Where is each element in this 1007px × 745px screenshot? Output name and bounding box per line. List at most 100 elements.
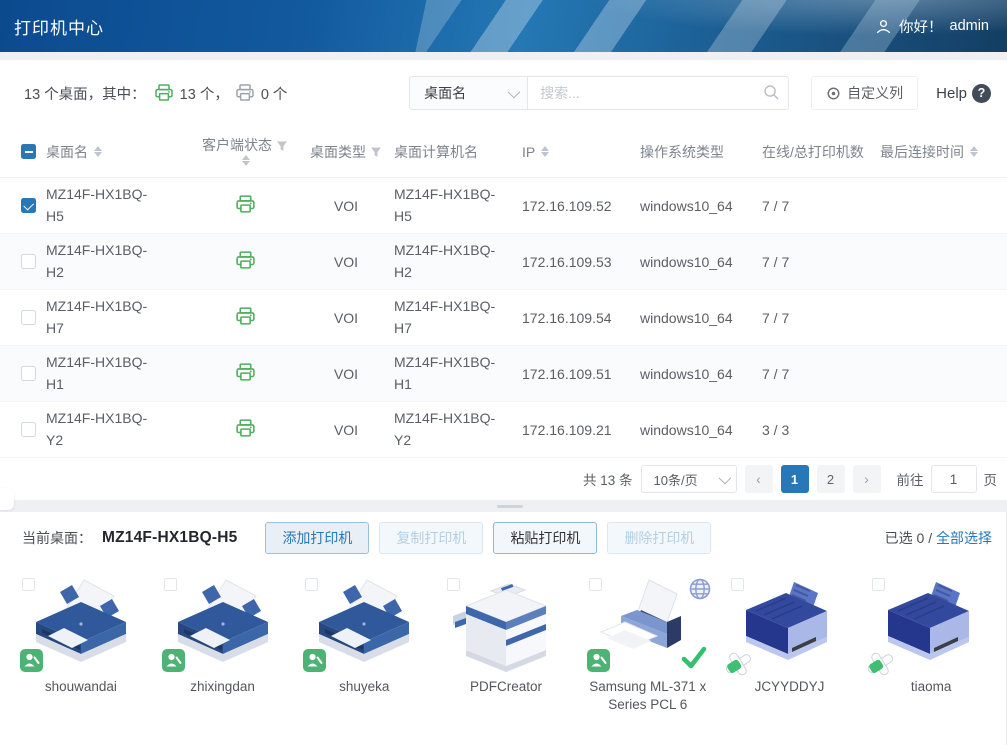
ip-address: 172.16.109.21 xyxy=(522,422,640,438)
panel-collapse-handle[interactable] xyxy=(0,488,14,510)
current-desktop-value: MZ14F-HX1BQ-H5 xyxy=(102,529,237,547)
select-all-link[interactable]: 全部选择 xyxy=(936,530,992,546)
client-online-icon xyxy=(235,362,256,383)
column-header-computer-name: 桌面计算机名 xyxy=(394,142,522,162)
client-online-icon xyxy=(235,250,256,271)
printer-label: Samsung ML-371 x Series PCL 6 xyxy=(585,678,711,713)
goto-page-input[interactable] xyxy=(931,465,977,493)
sort-icon[interactable] xyxy=(541,146,549,157)
page-button-2[interactable]: 2 xyxy=(817,465,845,493)
computer-name: MZ14F-HX1BQ-Y2 xyxy=(394,408,512,451)
prev-page-button[interactable]: ‹ xyxy=(745,465,773,493)
goto-page: 前往 页 xyxy=(897,465,998,493)
shared-user-badge-icon xyxy=(20,649,43,672)
computer-name: MZ14F-HX1BQ-H2 xyxy=(394,240,512,283)
gear-icon xyxy=(826,86,841,101)
table-body: MZ14F-HX1BQ-H5 VOI MZ14F-HX1BQ-H5 172.16… xyxy=(0,178,1007,458)
table-header-row: 桌面名 客户端状态 桌面类型 桌面计算机名 xyxy=(0,126,1007,178)
desktop-name: MZ14F-HX1BQ-H1 xyxy=(46,352,164,395)
select-all-checkbox[interactable] xyxy=(21,144,36,159)
printer-item[interactable]: shuyeka xyxy=(293,570,435,713)
sort-icon[interactable] xyxy=(970,146,978,157)
search-field-select[interactable]: 桌面名 xyxy=(409,76,527,110)
client-status-cell xyxy=(235,306,256,330)
customize-columns-button[interactable]: 自定义列 xyxy=(811,76,918,110)
usb-plug-icon xyxy=(722,650,756,680)
row-checkbox[interactable] xyxy=(21,366,36,381)
os-type: windows10_64 xyxy=(640,422,762,438)
add-printer-button[interactable]: 添加打印机 xyxy=(265,522,369,554)
os-type: windows10_64 xyxy=(640,310,762,326)
shared-user-badge-icon xyxy=(162,649,185,672)
desktop-type: VOI xyxy=(334,254,358,270)
printer-item[interactable]: PDFCreator xyxy=(435,570,577,713)
client-online-icon xyxy=(235,194,256,215)
column-header-last-connect[interactable]: 最后连接时间 xyxy=(880,142,1007,162)
printer-label: shouwandai xyxy=(45,678,117,696)
desktop-name: MZ14F-HX1BQ-H5 xyxy=(46,184,164,227)
topbar: 打印机中心 你好！ admin xyxy=(0,0,1007,52)
column-header-os-type: 操作系统类型 xyxy=(640,142,762,162)
selected-count: 已选 0 / xyxy=(885,530,932,546)
ip-address: 172.16.109.53 xyxy=(522,254,640,270)
filter-icon[interactable] xyxy=(276,140,288,152)
row-checkbox[interactable] xyxy=(21,198,36,213)
network-globe-icon xyxy=(689,578,711,600)
copier-printer-icon xyxy=(451,576,561,676)
panel-resize-handle[interactable] xyxy=(497,505,523,508)
search-input[interactable] xyxy=(527,76,789,110)
printer-label: PDFCreator xyxy=(470,678,542,696)
page-size-select[interactable]: 10条/页 xyxy=(641,465,737,493)
sort-icon[interactable] xyxy=(94,146,102,157)
column-header-ip[interactable]: IP xyxy=(522,144,640,160)
table-row[interactable]: MZ14F-HX1BQ-H7 VOI MZ14F-HX1BQ-H7 172.16… xyxy=(0,290,1007,346)
search-field-value: 桌面名 xyxy=(424,83,466,103)
printer-item[interactable]: zhixingdan xyxy=(152,570,294,713)
printer-label: shuyeka xyxy=(339,678,389,696)
search-icon[interactable] xyxy=(763,84,780,101)
desktop-type: VOI xyxy=(334,366,358,382)
ip-address: 172.16.109.52 xyxy=(522,198,640,214)
chevron-down-icon xyxy=(508,85,521,98)
inkjet-printer-icon xyxy=(309,576,419,676)
printer-count: 7 / 7 xyxy=(762,198,880,214)
printer-item[interactable]: shouwandai xyxy=(10,570,152,713)
current-desktop-label: 当前桌面： xyxy=(22,528,92,548)
ip-address: 172.16.109.54 xyxy=(522,310,640,326)
sort-icon[interactable] xyxy=(242,155,250,166)
help-label: Help xyxy=(936,85,967,102)
printer-item[interactable]: Samsung ML-371 x Series PCL 6 xyxy=(577,570,719,713)
page-button-1[interactable]: 1 xyxy=(781,465,809,493)
column-header-client-status[interactable]: 客户端状态 xyxy=(202,137,288,166)
total-count: 共 13 条 xyxy=(583,469,633,489)
chevron-down-icon xyxy=(718,471,731,484)
printer-panel: 当前桌面： MZ14F-HX1BQ-H5 添加打印机 复制打印机 粘贴打印机 删… xyxy=(0,512,1007,745)
row-checkbox[interactable] xyxy=(21,310,36,325)
column-header-desktop-type[interactable]: 桌面类型 xyxy=(310,142,382,162)
selected-check-icon xyxy=(681,646,707,670)
next-page-button[interactable]: › xyxy=(853,465,881,493)
usb-plug-icon xyxy=(864,650,898,680)
paste-printer-button[interactable]: 粘贴打印机 xyxy=(493,522,597,554)
filter-group: 桌面名 自定义列 Help ? xyxy=(409,76,995,110)
printer-toolbar: 当前桌面： MZ14F-HX1BQ-H5 添加打印机 复制打印机 粘贴打印机 删… xyxy=(0,512,1006,564)
desktop-name: MZ14F-HX1BQ-H2 xyxy=(46,240,164,283)
row-checkbox[interactable] xyxy=(21,254,36,269)
printer-count: 7 / 7 xyxy=(762,366,880,382)
filter-icon[interactable] xyxy=(370,146,382,158)
table-row[interactable]: MZ14F-HX1BQ-H2 VOI MZ14F-HX1BQ-H2 172.16… xyxy=(0,234,1007,290)
goto-suffix: 页 xyxy=(984,469,998,489)
row-checkbox[interactable] xyxy=(21,422,36,437)
table-row[interactable]: MZ14F-HX1BQ-Y2 VOI MZ14F-HX1BQ-Y2 172.16… xyxy=(0,402,1007,458)
computer-name: MZ14F-HX1BQ-H5 xyxy=(394,184,512,227)
username: admin xyxy=(950,18,990,34)
table-row[interactable]: MZ14F-HX1BQ-H1 VOI MZ14F-HX1BQ-H1 172.16… xyxy=(0,346,1007,402)
user-menu[interactable]: 你好！ admin xyxy=(875,16,989,37)
table-row[interactable]: MZ14F-HX1BQ-H5 VOI MZ14F-HX1BQ-H5 172.16… xyxy=(0,178,1007,234)
column-header-desktop-name[interactable]: 桌面名 xyxy=(46,142,192,162)
printer-item[interactable]: tiaoma xyxy=(860,570,1002,713)
computer-name: MZ14F-HX1BQ-H1 xyxy=(394,352,512,395)
help-button[interactable]: Help ? xyxy=(936,84,991,103)
printer-item[interactable]: JCYYDDYJ xyxy=(719,570,861,713)
app-title: 打印机中心 xyxy=(14,14,104,39)
